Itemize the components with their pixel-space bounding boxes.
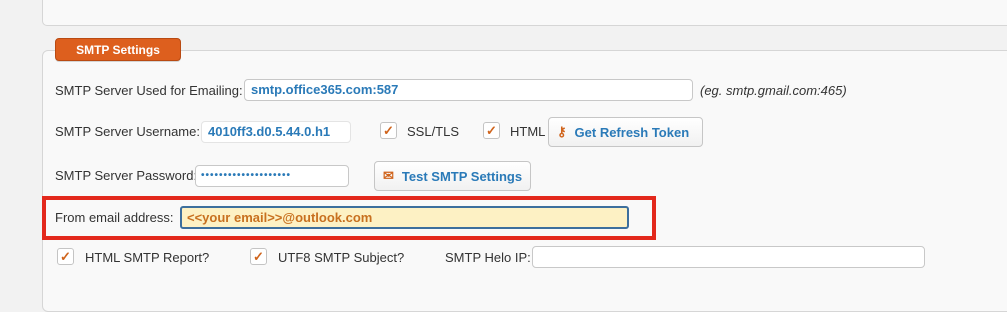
helo-ip-label: SMTP Helo IP:: [445, 250, 531, 265]
highlight-box: [42, 196, 656, 240]
username-input[interactable]: 4010ff3.d0.5.44.0.h1: [201, 121, 351, 143]
server-input[interactable]: smtp.office365.com:587: [244, 79, 693, 101]
html-report-label: HTML SMTP Report?: [85, 250, 210, 265]
test-smtp-button[interactable]: ✉ Test SMTP Settings: [374, 161, 531, 191]
previous-settings-panel: [42, 0, 1007, 26]
key-icon: ⚷: [557, 124, 567, 139]
test-smtp-label: Test SMTP Settings: [401, 168, 523, 184]
username-label: SMTP Server Username:: [55, 124, 200, 139]
checkmark-icon: ✓: [383, 123, 394, 138]
utf8-subject-label: UTF8 SMTP Subject?: [278, 250, 405, 265]
checkmark-icon: ✓: [253, 249, 264, 264]
html-checkbox[interactable]: ✓: [483, 122, 500, 139]
ssl-checkbox[interactable]: ✓: [380, 122, 397, 139]
html-report-checkbox[interactable]: ✓: [57, 248, 74, 265]
server-hint: (eg. smtp.gmail.com:465): [700, 83, 847, 98]
password-label: SMTP Server Password:: [55, 168, 198, 183]
get-refresh-token-button[interactable]: ⚷ Get Refresh Token: [548, 117, 703, 147]
get-refresh-token-label: Get Refresh Token: [574, 124, 690, 140]
utf8-subject-checkbox[interactable]: ✓: [250, 248, 267, 265]
helo-ip-input[interactable]: [532, 246, 925, 268]
server-label: SMTP Server Used for Emailing:: [55, 83, 243, 98]
section-title: SMTP Settings: [55, 38, 181, 61]
ssl-label: SSL/TLS: [407, 124, 460, 139]
html-label: HTML: [510, 124, 546, 139]
envelope-icon: ✉: [383, 168, 394, 183]
checkmark-icon: ✓: [486, 123, 497, 138]
checkmark-icon: ✓: [60, 249, 71, 264]
password-input[interactable]: ••••••••••••••••••••: [195, 165, 349, 187]
